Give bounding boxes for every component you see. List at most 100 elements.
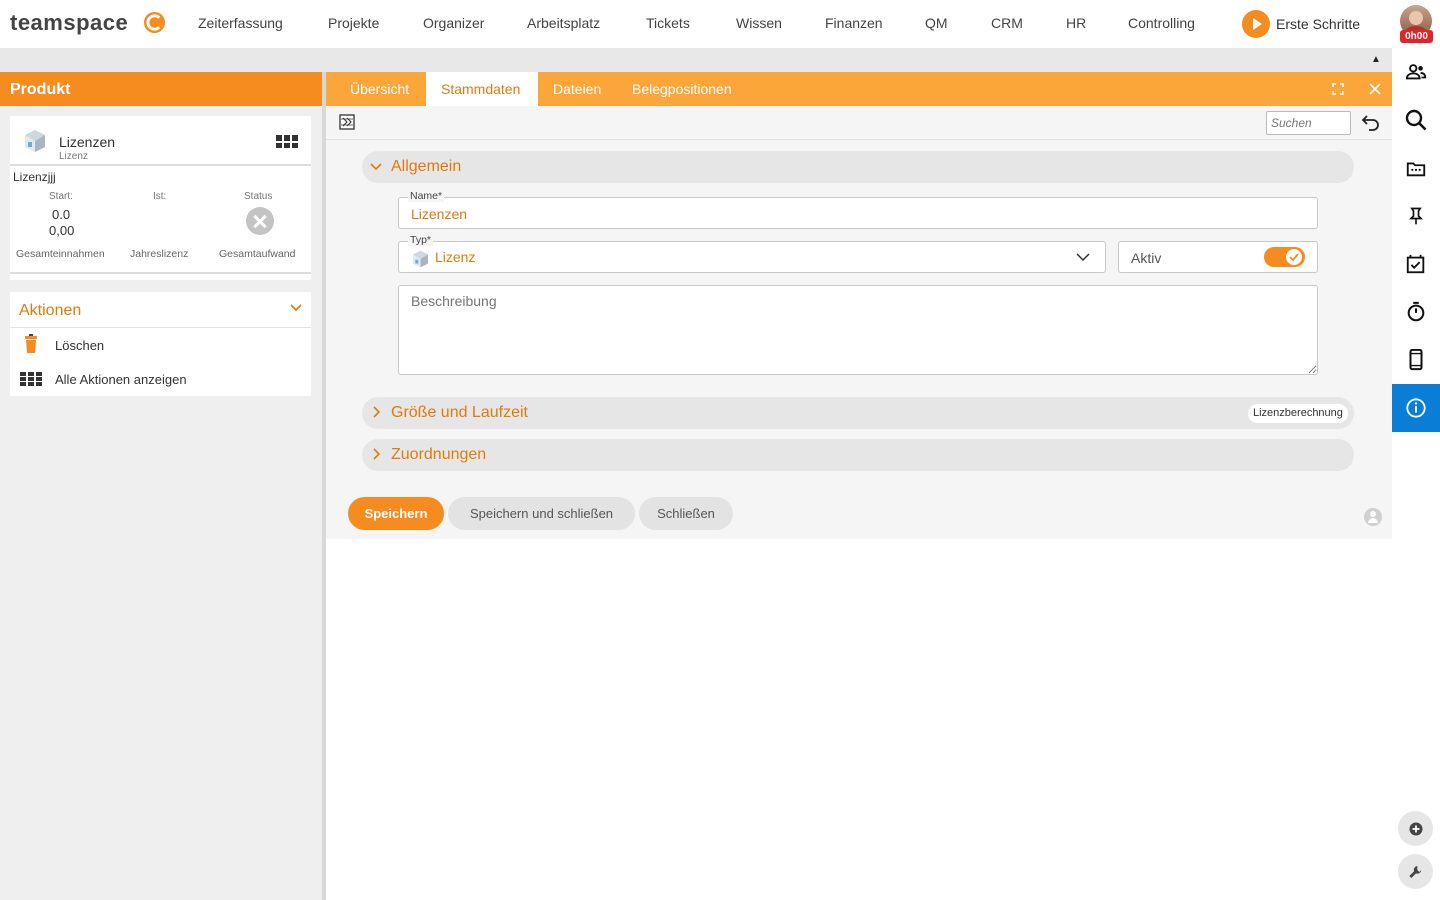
tab-dateien[interactable]: Dateien (541, 72, 613, 106)
left-panel-title: Produkt (10, 81, 71, 98)
save-button[interactable]: Speichern (348, 497, 444, 530)
nav-item-projekte[interactable]: Projekte (328, 15, 379, 31)
grid-icon[interactable] (276, 135, 298, 148)
toggle-knob (1286, 249, 1302, 265)
section-groesse-laufzeit[interactable]: Größe und Laufzeit (362, 397, 1354, 429)
name-label: Name* (408, 190, 445, 202)
erste-schritte-label: Erste Schritte (1276, 16, 1361, 32)
plus-circle-icon (1409, 822, 1422, 835)
form-toolbar (326, 106, 1392, 140)
section-zuordnungen-title: Zuordnungen (391, 446, 487, 463)
calendar-check-icon (1406, 254, 1425, 274)
action-delete[interactable]: Löschen (10, 330, 311, 360)
save-close-button[interactable]: Speichern und schließen (448, 497, 635, 530)
aktiv-toggle[interactable] (1264, 247, 1305, 267)
box-icon (413, 250, 428, 268)
action-show-all-label: Alle Aktionen anzeigen (55, 372, 187, 387)
grid-icon (20, 372, 42, 386)
typ-value: Lizenz (435, 249, 476, 265)
folder-dots-icon (1406, 162, 1426, 177)
product-description: Lizenzjjj (13, 170, 56, 184)
status-label: Status (244, 191, 273, 202)
people-icon (1405, 64, 1427, 80)
actions-title[interactable]: Aktionen (19, 302, 81, 320)
chevron-right-icon (373, 406, 381, 418)
maximize-icon[interactable] (1332, 83, 1344, 95)
more-menu-icon[interactable] (296, 9, 308, 27)
chevron-down-icon[interactable] (290, 304, 302, 312)
user-icon[interactable] (1364, 508, 1382, 526)
rail-inbox[interactable] (1392, 144, 1440, 192)
search-input[interactable] (1266, 111, 1351, 135)
section-allgemein-title: Allgemein (391, 158, 462, 175)
rail-info[interactable] (1392, 384, 1440, 432)
collapse-strip (0, 48, 1392, 72)
gesamtaufwand-label: Gesamtaufwand (219, 248, 296, 260)
start-amount: 0,00 (49, 223, 75, 238)
nav-item-arbeitsplatz[interactable]: Arbeitsplatz (527, 15, 600, 31)
gesamteinnahmen-label: Gesamteinnahmen (16, 248, 105, 260)
nav-item-zeiterfassung[interactable]: Zeiterfassung (198, 15, 283, 31)
chevron-down-icon (1076, 253, 1090, 262)
typ-select[interactable]: Lizenz (398, 241, 1106, 273)
nav-item-crm[interactable]: CRM (991, 15, 1023, 31)
phone-icon (1409, 349, 1423, 371)
undo-icon[interactable] (1362, 113, 1380, 131)
section-zuordnungen[interactable]: Zuordnungen (362, 439, 1354, 471)
jahreslizenz-label: Jahreslizenz (130, 248, 189, 260)
nav-item-controlling[interactable]: Controlling (1128, 15, 1195, 31)
left-panel-header: Produkt (0, 72, 322, 106)
aktiv-label: Aktiv (1131, 250, 1162, 266)
rail-tasks[interactable] (1392, 240, 1440, 288)
start-value: 0.0 (52, 207, 71, 222)
play-icon (1242, 10, 1270, 38)
status-cancel-icon (246, 207, 274, 235)
settings-button[interactable] (1398, 854, 1433, 889)
tab-uebersicht[interactable]: Übersicht (338, 72, 421, 106)
lizenzberechnung-button[interactable]: Lizenzberechnung (1248, 404, 1348, 423)
start-label: Start: (49, 191, 73, 202)
add-widget-button[interactable] (1398, 811, 1433, 846)
rail-contacts[interactable] (1392, 48, 1440, 96)
nav-item-hr[interactable]: HR (1066, 15, 1086, 31)
info-icon (1406, 398, 1426, 418)
rail-pin[interactable] (1392, 192, 1440, 240)
beschreibung-textarea[interactable] (398, 285, 1318, 375)
nav-item-organizer[interactable]: Organizer (423, 15, 484, 31)
chevron-right-icon (373, 448, 381, 460)
section-groesse-laufzeit-title: Größe und Laufzeit (391, 404, 528, 421)
nav-item-wissen[interactable]: Wissen (736, 15, 782, 31)
tab-stammdaten[interactable]: Stammdaten (426, 72, 538, 106)
rail-timer[interactable] (1392, 288, 1440, 336)
section-allgemein[interactable]: Allgemein (362, 151, 1354, 183)
card-divider (10, 272, 311, 274)
nav-item-qm[interactable]: QM (925, 15, 948, 31)
chevron-down-icon (370, 163, 382, 171)
typ-label: Typ* (408, 234, 434, 246)
erste-schritte-button[interactable]: Erste Schritte (1242, 10, 1360, 38)
ist-label: Ist: (153, 191, 167, 202)
product-type: Lizenz (59, 151, 88, 162)
collapse-up-icon[interactable]: ▲ (1371, 54, 1381, 65)
rail-mobile[interactable] (1392, 336, 1440, 384)
stopwatch-icon (1407, 301, 1425, 322)
empty-content-area (326, 539, 1392, 900)
action-delete-label: Löschen (55, 338, 105, 353)
close-button[interactable]: Schließen (639, 497, 733, 530)
nav-item-tickets[interactable]: Tickets (646, 15, 690, 31)
name-field[interactable]: Lizenzen (398, 197, 1318, 229)
search-icon (1405, 109, 1427, 131)
action-show-all[interactable]: Alle Aktionen anzeigen (10, 364, 311, 394)
check-icon (1289, 253, 1299, 261)
pin-icon (1408, 207, 1424, 225)
logo-mark-icon (143, 11, 166, 34)
close-icon[interactable] (1369, 83, 1381, 95)
box-icon (25, 130, 45, 152)
nav-item-finanzen[interactable]: Finanzen (825, 15, 883, 31)
name-value: Lizenzen (411, 206, 468, 222)
actions-panel: Aktionen Löschen Alle Aktionen anzeigen (10, 292, 311, 396)
app-logo[interactable]: teamspace (10, 10, 128, 36)
excel-export-icon[interactable] (339, 114, 355, 130)
rail-search[interactable] (1392, 96, 1440, 144)
tab-belegpositionen[interactable]: Belegpositionen (620, 72, 744, 106)
